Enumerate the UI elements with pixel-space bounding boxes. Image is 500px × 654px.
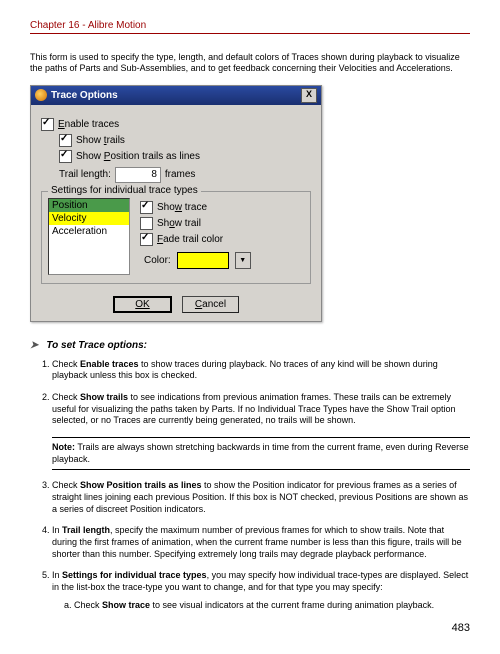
show-position-trails-lines-label: Show Position trails as lines	[76, 151, 200, 162]
step-4: In Trail length, specify the maximum num…	[52, 525, 470, 560]
fieldset-legend: Settings for individual trace types	[48, 185, 201, 196]
step-3: Check Show Position trails as lines to s…	[52, 480, 470, 515]
trail-length-label: Trail length:	[59, 169, 111, 180]
close-button[interactable]: X	[301, 88, 317, 103]
page-number: 483	[30, 622, 470, 634]
enable-traces-label: Enable traces	[58, 119, 119, 130]
show-trace-label: Show trace	[157, 202, 207, 213]
show-trails-checkbox[interactable]: Show trails	[41, 134, 311, 147]
color-swatch[interactable]	[177, 252, 229, 269]
dialog-body: Enable traces Show trails Show Position …	[31, 105, 321, 321]
checkbox-icon	[59, 150, 72, 163]
fade-trail-color-checkbox[interactable]: Fade trail color	[140, 233, 304, 246]
step-5: In Settings for individual trace types, …	[52, 570, 470, 611]
step-2: Check Show trails to see indications fro…	[52, 392, 470, 427]
show-trace-checkbox[interactable]: Show trace	[140, 201, 304, 214]
intro-paragraph: This form is used to specify the type, l…	[30, 52, 470, 75]
checkbox-icon	[140, 201, 153, 214]
trace-options-dialog: Trace Options X Enable traces Show trail…	[30, 85, 322, 322]
individual-trace-types-fieldset: Settings for individual trace types Posi…	[41, 191, 311, 284]
fade-trail-color-label: Fade trail color	[157, 234, 223, 245]
dialog-titlebar: Trace Options X	[31, 86, 321, 105]
step-5a: Check Show trace to see visual indicator…	[74, 600, 470, 612]
note-box: Note: Trails are always shown stretching…	[52, 437, 470, 470]
show-trails-label: Show trails	[76, 135, 125, 146]
checkbox-icon	[59, 134, 72, 147]
chapter-header: Chapter 16 - Alibre Motion	[30, 20, 470, 34]
show-trail-checkbox[interactable]: Show trail	[140, 217, 304, 230]
enable-traces-checkbox[interactable]: Enable traces	[41, 118, 311, 131]
steps-list-cont: Check Show Position trails as lines to s…	[30, 480, 470, 611]
trail-length-input[interactable]: 8	[115, 167, 161, 183]
section-heading: ➤ To set Trace options:	[30, 340, 470, 351]
arrow-icon: ➤	[30, 340, 38, 351]
step-1: Check Enable traces to show traces durin…	[52, 359, 470, 382]
trace-type-listbox[interactable]: Position Velocity Acceleration	[48, 198, 130, 275]
color-dropdown-button[interactable]: ▼	[235, 252, 251, 269]
dialog-title: Trace Options	[51, 90, 118, 101]
show-trail-label: Show trail	[157, 218, 201, 229]
checkbox-icon	[41, 118, 54, 131]
list-item-position[interactable]: Position	[49, 199, 129, 212]
show-position-trails-lines-checkbox[interactable]: Show Position trails as lines	[41, 150, 311, 163]
checkbox-icon	[140, 233, 153, 246]
substeps-list: Check Show trace to see visual indicator…	[52, 600, 470, 612]
trail-length-row: Trail length: 8 frames	[41, 167, 311, 183]
color-row: Color: ▼	[144, 252, 304, 269]
checkbox-icon	[140, 217, 153, 230]
app-icon	[35, 89, 47, 101]
cancel-button[interactable]: Cancel	[182, 296, 239, 313]
steps-list: Check Enable traces to show traces durin…	[30, 359, 470, 427]
list-item-acceleration[interactable]: Acceleration	[49, 225, 129, 238]
ok-button[interactable]: OK	[113, 296, 172, 313]
color-label: Color:	[144, 255, 171, 266]
list-item-velocity[interactable]: Velocity	[49, 212, 129, 225]
trail-length-units: frames	[165, 169, 196, 180]
dialog-button-row: OK Cancel	[41, 296, 311, 313]
